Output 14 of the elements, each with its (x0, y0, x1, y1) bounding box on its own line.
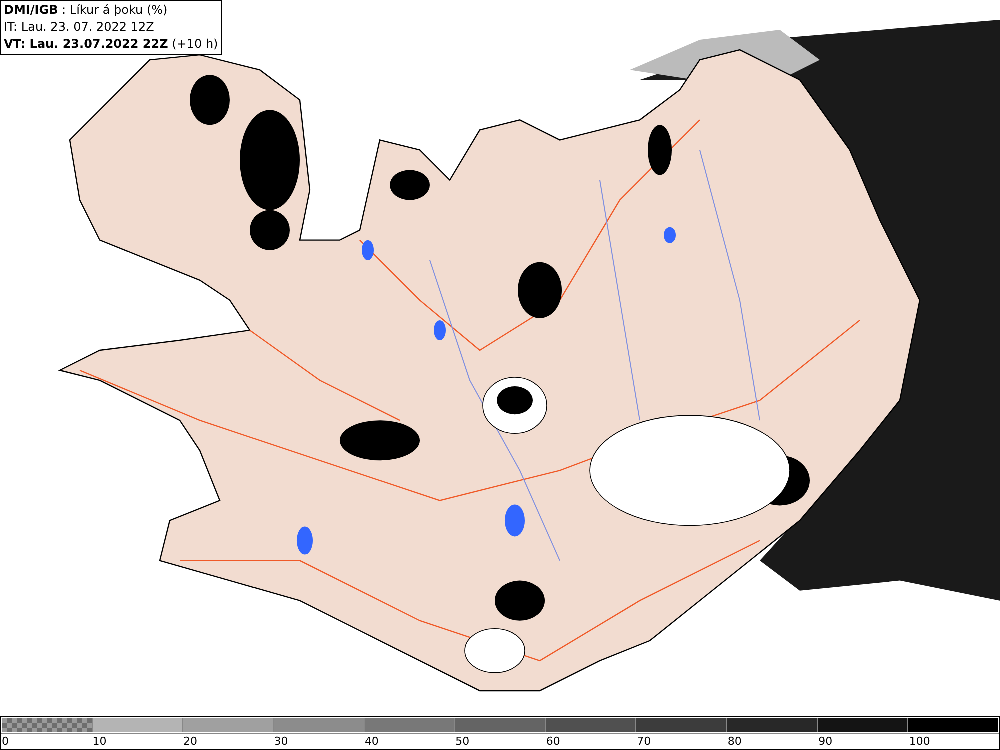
scale-label: 100 (909, 735, 930, 748)
scale-label: 70 (637, 735, 652, 748)
scale-label: 50 (456, 735, 470, 748)
scale-label: 90 (818, 735, 833, 748)
info-line: VT: Lau. 23.07.2022 22Z (+10 h) (4, 36, 218, 53)
scale-label: 60 (546, 735, 560, 748)
scale-label: 10 (92, 735, 107, 748)
scale-label: 80 (728, 735, 742, 748)
scale-label: 30 (274, 735, 288, 748)
scale-label: 20 (183, 735, 198, 748)
scale-label: 0 (2, 735, 9, 748)
info-line: DMI/IGB : Líkur á þoku (%) (4, 2, 169, 19)
scale-label: 40 (364, 735, 379, 748)
info-line: IT: Lau. 23. 07. 2022 12Z (4, 19, 156, 36)
